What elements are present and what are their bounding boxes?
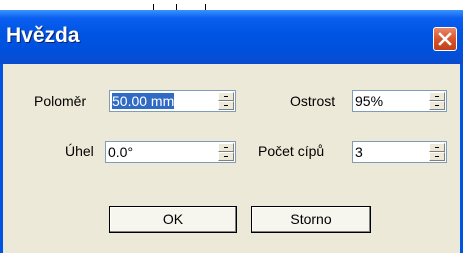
radius-spinner[interactable] [218,92,234,110]
points-decrement-button[interactable] [429,152,445,161]
star-dialog: Hvězda Poloměr 50.00 mm Ostrost 95% Úhel… [0,10,463,253]
title-bar[interactable]: Hvězda [0,10,463,64]
ok-button[interactable]: OK [109,206,237,233]
sharpness-spinner[interactable] [429,92,445,110]
points-field[interactable]: 3 [352,141,447,163]
angle-value: 0.0° [108,144,134,160]
background-strip [0,0,463,10]
radius-field[interactable]: 50.00 mm [109,90,236,112]
points-increment-button[interactable] [429,143,445,152]
radius-value: 50.00 mm [112,93,175,109]
close-icon [438,32,452,46]
dialog-title: Hvězda [6,24,80,47]
radius-label: Poloměr [34,93,87,109]
angle-label: Úhel [65,143,94,159]
sharpness-field[interactable]: 95% [352,90,447,112]
angle-increment-button[interactable] [218,143,234,152]
radius-increment-button[interactable] [218,92,234,101]
sharpness-value: 95% [355,93,384,109]
points-value: 3 [355,144,363,160]
radius-decrement-button[interactable] [218,101,234,110]
angle-decrement-button[interactable] [218,152,234,161]
sharpness-decrement-button[interactable] [429,101,445,110]
points-label: Počet cípů [258,143,325,159]
angle-field[interactable]: 0.0° [105,141,236,163]
angle-spinner[interactable] [218,143,234,161]
close-button[interactable] [433,27,457,51]
cancel-button[interactable]: Storno [251,206,371,233]
sharpness-increment-button[interactable] [429,92,445,101]
sharpness-label: Ostrost [290,93,336,109]
points-spinner[interactable] [429,143,445,161]
